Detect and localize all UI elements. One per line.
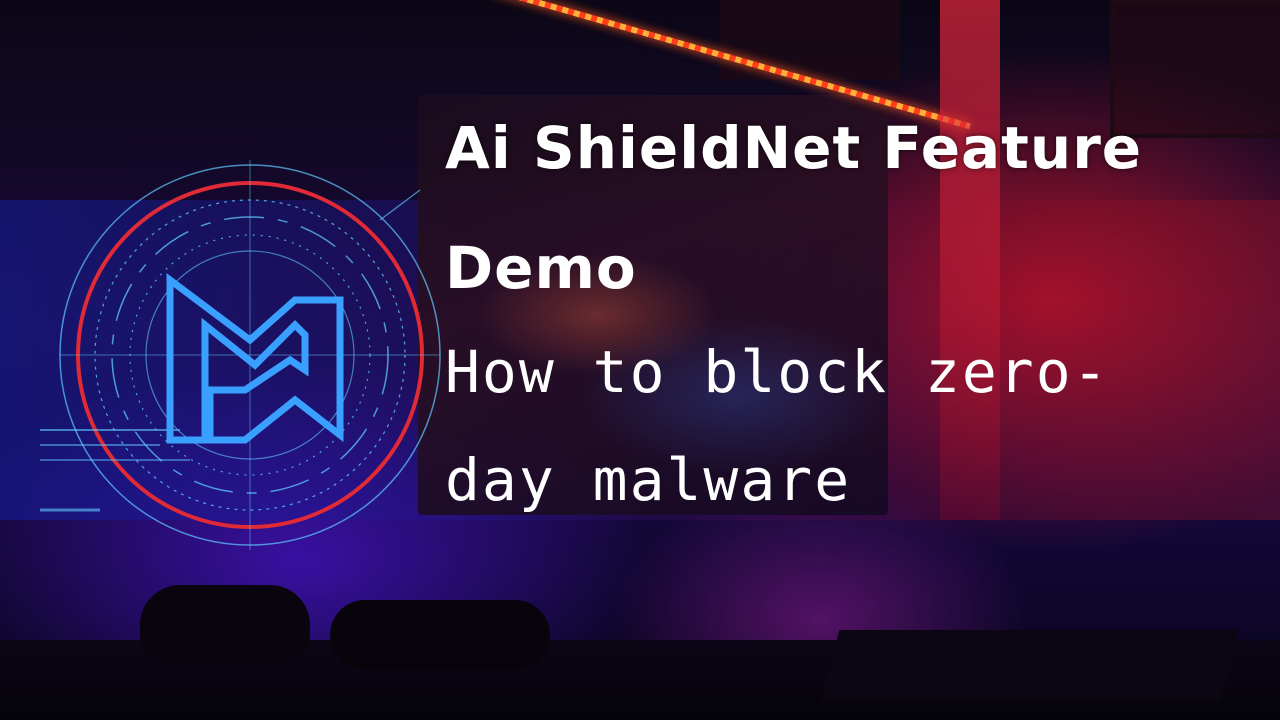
wall-decor xyxy=(720,0,900,80)
keyboard xyxy=(820,630,1240,700)
video-title-line-1: Ai ShieldNet Feature xyxy=(445,114,1143,182)
video-subtitle-line-2: day malware xyxy=(445,446,852,514)
gamepad-right xyxy=(330,600,550,670)
gamepad-left xyxy=(140,585,310,665)
video-subtitle-line-1: How to block zero- xyxy=(445,338,1110,406)
m1-logo-icon xyxy=(40,160,441,550)
video-thumbnail: Ai ShieldNet Feature Demo How to block z… xyxy=(0,0,1280,720)
video-title-line-2: Demo xyxy=(445,234,637,302)
red-light-pillar xyxy=(940,0,1000,520)
